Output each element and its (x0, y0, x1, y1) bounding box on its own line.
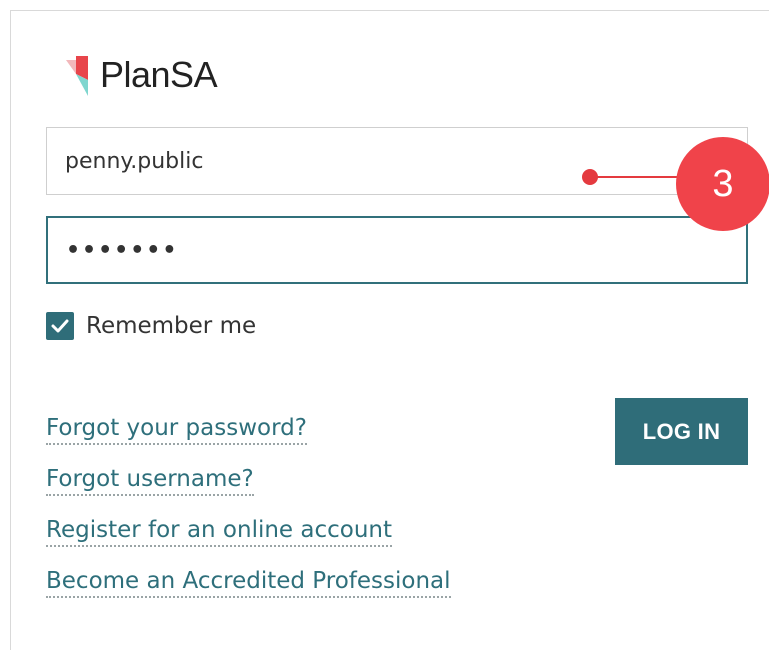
username-value: penny.public (65, 148, 204, 174)
username-field[interactable]: penny.public (46, 127, 748, 195)
remember-me-row[interactable]: Remember me (46, 310, 256, 342)
login-button[interactable]: LOG IN (615, 398, 748, 465)
callout-connector-line (590, 176, 682, 178)
callout-step-badge: 3 (676, 137, 769, 231)
forgot-password-link[interactable]: Forgot your password? (46, 414, 307, 445)
callout-pointer-dot (582, 169, 598, 185)
password-value: ••••••• (66, 237, 179, 263)
forgot-username-link[interactable]: Forgot username? (46, 465, 254, 496)
register-account-link[interactable]: Register for an online account (46, 516, 393, 547)
password-field[interactable]: ••••••• (46, 216, 748, 284)
remember-me-label: Remember me (86, 313, 257, 339)
checkmark-icon (51, 319, 69, 333)
plansa-logo-text: PlanSA (100, 54, 218, 95)
accredited-professional-link[interactable]: Become an Accredited Professional (46, 567, 451, 598)
plansa-logo-icon (62, 52, 96, 98)
plansa-logo: PlanSA (62, 52, 218, 98)
remember-me-checkbox[interactable] (46, 312, 74, 340)
